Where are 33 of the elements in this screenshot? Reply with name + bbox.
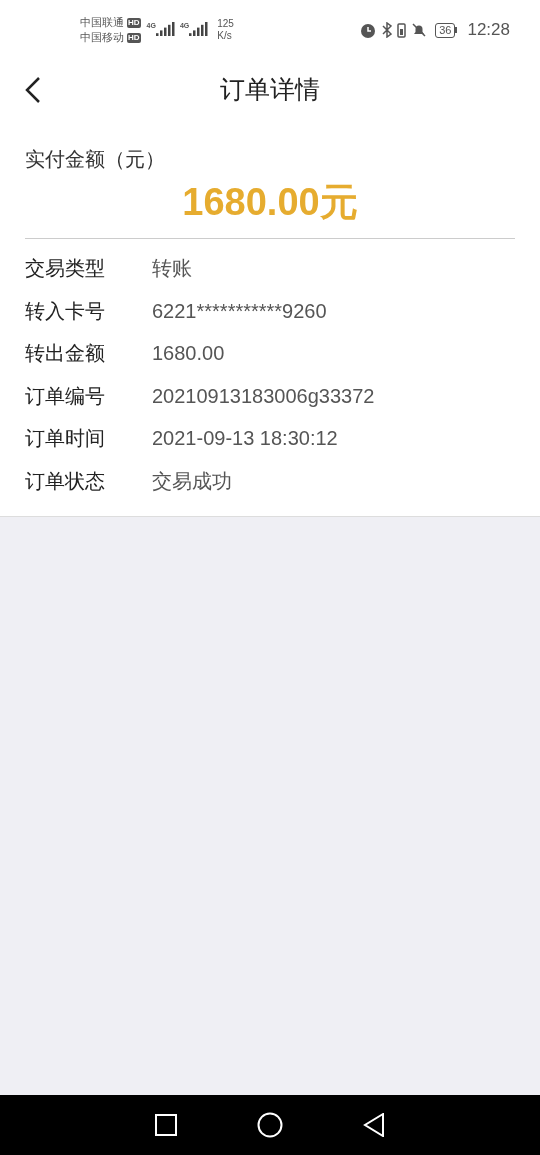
- detail-label: 转入卡号: [25, 298, 106, 324]
- speed-unit: K/s: [217, 30, 233, 42]
- battery-indicator: 36: [435, 22, 458, 38]
- carrier-name: 中国移动: [80, 31, 124, 44]
- recent-apps-button[interactable]: [155, 1114, 177, 1136]
- detail-value: 20210913183006g33372: [152, 383, 375, 409]
- network-speed: 125: [217, 18, 234, 30]
- detail-label: 交易类型: [25, 256, 106, 282]
- detail-label: 订单状态: [25, 468, 106, 494]
- detail-value: 6221***********9260: [152, 298, 327, 324]
- paid-amount: 1680.00元: [181, 180, 359, 225]
- detail-label: 订单编号: [25, 383, 106, 409]
- page-title: 订单详情: [220, 74, 320, 106]
- detail-value: 1680.00: [152, 341, 225, 367]
- hd-badge: HD: [127, 17, 141, 28]
- detail-value: 交易成功: [152, 468, 232, 494]
- detail-value: 2021-09-13 18:30:12: [152, 426, 338, 452]
- alarm-icon: [359, 21, 378, 39]
- muted-bell-icon: [411, 22, 428, 38]
- signal-icon: [189, 22, 210, 38]
- detail-label: 转出金额: [25, 341, 106, 367]
- detail-label: 订单时间: [25, 426, 106, 452]
- home-button[interactable]: [257, 1112, 283, 1138]
- signal-icon: [155, 22, 176, 38]
- clock: 12:28: [467, 19, 510, 42]
- hd-badge: HD: [127, 32, 141, 43]
- vibrate-icon: [397, 22, 407, 38]
- back-button[interactable]: [363, 1113, 385, 1137]
- back-icon[interactable]: [24, 76, 42, 104]
- detail-value: 转账: [152, 256, 192, 282]
- bluetooth-icon: [382, 22, 393, 38]
- carrier-name: 中国联通: [80, 16, 124, 29]
- amount-label: 实付金额（元）: [25, 147, 166, 172]
